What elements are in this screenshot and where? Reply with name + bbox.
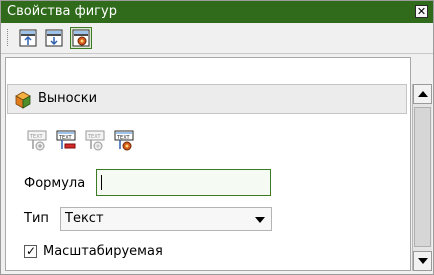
svg-text:TEXT: TEXT <box>58 135 73 141</box>
scroll-down-button[interactable] <box>413 251 432 271</box>
scroll-up-button[interactable] <box>413 84 432 104</box>
text-caret <box>101 175 102 190</box>
remove-callout-button[interactable]: TEXT <box>54 129 78 153</box>
shape-properties-button[interactable] <box>70 27 92 49</box>
vertical-scrollbar[interactable] <box>412 84 432 271</box>
callout-properties-button[interactable]: TEXT <box>112 129 136 153</box>
toolbar-divider <box>1 53 433 54</box>
toolbar-grip[interactable] <box>7 29 10 46</box>
panel-title-bar[interactable]: Свойства фигур ✕ <box>1 1 433 23</box>
svg-text:TEXT: TEXT <box>29 134 44 140</box>
checkmark-icon: ✓ <box>26 244 37 258</box>
align-top-button[interactable] <box>17 27 39 49</box>
callout-properties-icon: TEXT <box>114 130 134 151</box>
shape-properties-icon <box>72 29 90 47</box>
remove-callout-icon: TEXT <box>56 130 76 149</box>
shapes-3d-icon <box>15 91 31 109</box>
close-icon: ✕ <box>416 5 427 18</box>
section-header-callouts[interactable]: Выноски <box>7 84 407 114</box>
svg-text:TEXT: TEXT <box>116 135 131 141</box>
formula-input[interactable] <box>96 169 271 196</box>
add-callout-icon: TEXT <box>27 130 47 151</box>
callout-settings-icon: TEXT <box>85 130 105 151</box>
shape-properties-panel: Свойства фигур ✕ Выноски TEXT TEXT TEXT … <box>0 0 434 275</box>
type-select-value: Текст <box>65 211 104 226</box>
scalable-label[interactable]: Масштабируемая <box>43 244 163 260</box>
chevron-down-icon <box>255 217 265 223</box>
type-label: Тип <box>24 211 49 226</box>
formula-label: Формула <box>24 176 86 191</box>
add-callout-button[interactable]: TEXT <box>25 129 49 153</box>
align-bottom-button[interactable] <box>43 27 65 49</box>
align-bottom-icon <box>45 29 63 47</box>
toolbar <box>1 23 433 53</box>
scalable-checkbox[interactable]: ✓ <box>24 244 37 258</box>
scroll-thumb[interactable] <box>414 107 431 247</box>
panel-title: Свойства фигур <box>7 4 117 19</box>
callout-settings-button[interactable]: TEXT <box>83 129 107 153</box>
svg-text:TEXT: TEXT <box>87 134 102 140</box>
section-title: Выноски <box>38 91 98 106</box>
align-top-icon <box>19 29 37 47</box>
type-select[interactable]: Текст <box>60 207 272 231</box>
close-button[interactable]: ✕ <box>415 5 428 18</box>
